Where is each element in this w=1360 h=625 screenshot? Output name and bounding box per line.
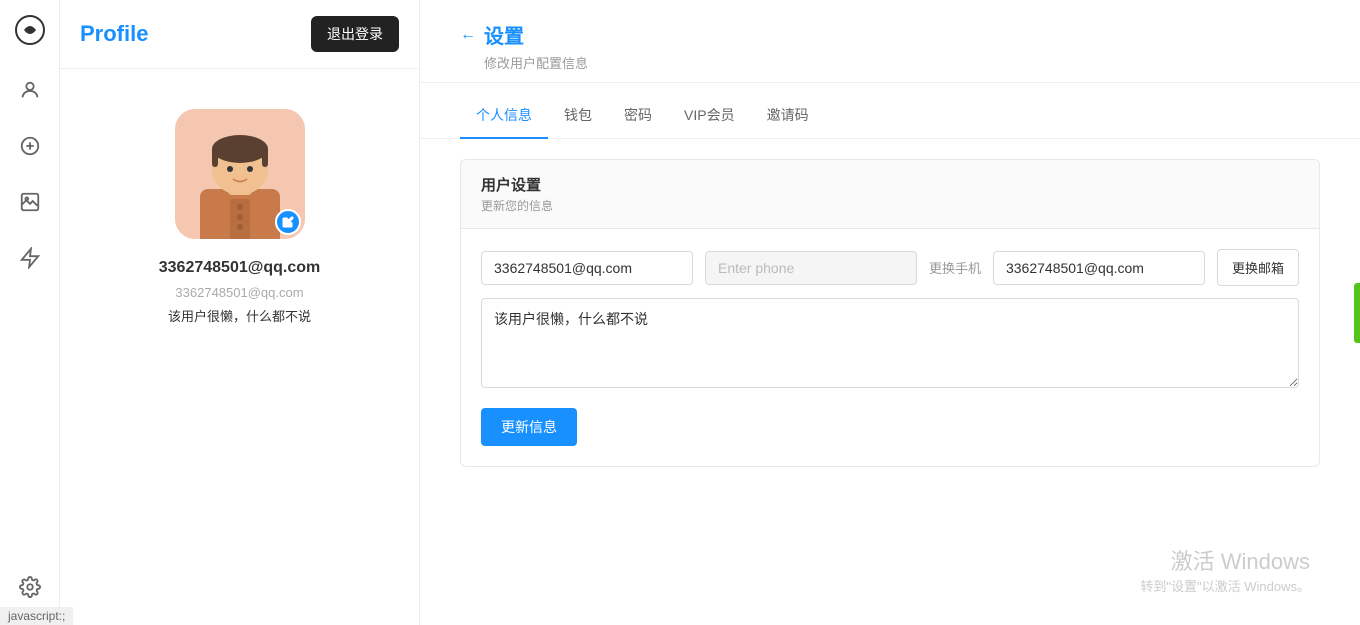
image-icon[interactable] xyxy=(12,184,48,220)
settings-icon[interactable] xyxy=(12,569,48,605)
green-bar xyxy=(1354,283,1360,343)
status-text: javascript:; xyxy=(8,609,65,623)
status-bar: javascript:; xyxy=(0,607,73,625)
main-header: ← 设置 修改用户配置信息 xyxy=(420,0,1360,83)
logo-icon[interactable] xyxy=(12,12,48,48)
settings-card-header: 用户设置 更新您的信息 xyxy=(461,160,1319,229)
profile-title: Profile xyxy=(80,21,148,47)
phone-input[interactable] xyxy=(705,251,917,285)
phone-change-label: 更换手机 xyxy=(929,258,981,277)
form-row-1: 更换手机 3362748501@qq.com 更换邮箱 xyxy=(481,249,1299,286)
tab-wallet[interactable]: 钱包 xyxy=(548,93,608,139)
email-change-button[interactable]: 更换邮箱 xyxy=(1217,249,1299,286)
profile-header: Profile 退出登录 xyxy=(60,0,419,69)
avatar-edit-button[interactable] xyxy=(275,209,301,235)
add-icon[interactable] xyxy=(12,128,48,164)
profile-bio: 该用户很懒，什么都不说 xyxy=(168,306,311,325)
tabs-bar: 个人信息 钱包 密码 VIP会员 邀请码 xyxy=(420,93,1360,139)
profile-panel: Profile 退出登录 xyxy=(60,0,420,625)
tab-invite[interactable]: 邀请码 xyxy=(751,93,825,139)
update-button[interactable]: 更新信息 xyxy=(481,408,577,446)
settings-body: 用户设置 更新您的信息 更换手机 3362748501@qq.com 更换邮箱 … xyxy=(420,139,1360,487)
email-input[interactable] xyxy=(481,251,693,285)
avatar-wrapper xyxy=(175,109,305,239)
back-arrow-icon[interactable]: ← xyxy=(460,26,476,44)
page-subtitle: 修改用户配置信息 xyxy=(460,53,1320,72)
phone-value-display: 3362748501@qq.com xyxy=(993,251,1205,285)
profile-email-sub: 3362748501@qq.com xyxy=(175,285,303,300)
avatar-section: 3362748501@qq.com 3362748501@qq.com 该用户很… xyxy=(60,69,419,345)
page-title: 设置 xyxy=(484,20,524,49)
main-content: ← 设置 修改用户配置信息 个人信息 钱包 密码 VIP会员 邀请码 用户设置 … xyxy=(420,0,1360,625)
bolt-icon[interactable] xyxy=(12,240,48,276)
settings-card: 用户设置 更新您的信息 更换手机 3362748501@qq.com 更换邮箱 … xyxy=(460,159,1320,467)
tab-vip[interactable]: VIP会员 xyxy=(668,93,751,139)
bio-textarea[interactable]: 该用户很懒，什么都不说 xyxy=(481,298,1299,388)
sidebar xyxy=(0,0,60,625)
tab-password[interactable]: 密码 xyxy=(608,93,668,139)
settings-card-body: 更换手机 3362748501@qq.com 更换邮箱 该用户很懒，什么都不说 … xyxy=(461,229,1319,466)
form-row-bio: 该用户很懒，什么都不说 xyxy=(481,298,1299,388)
logout-button[interactable]: 退出登录 xyxy=(311,16,399,52)
settings-card-subtitle: 更新您的信息 xyxy=(481,197,1299,214)
user-icon[interactable] xyxy=(12,72,48,108)
back-row: ← 设置 xyxy=(460,20,1320,49)
profile-email-main: 3362748501@qq.com xyxy=(159,259,320,277)
tab-personal-info[interactable]: 个人信息 xyxy=(460,93,548,139)
settings-card-title: 用户设置 xyxy=(481,174,1299,195)
